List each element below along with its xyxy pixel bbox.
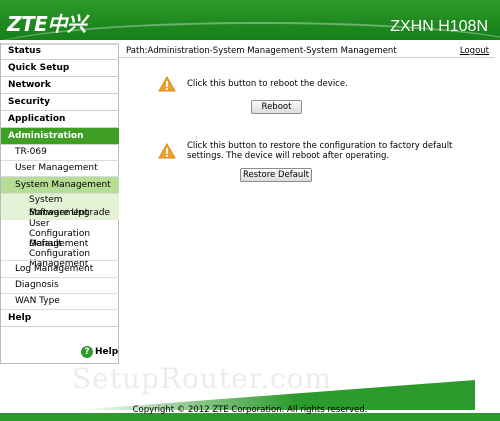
sub-tr069[interactable]: TR-069 <box>1 144 119 161</box>
sidebar: Status Quick Setup Network Security Appl… <box>0 43 120 364</box>
sub-wan-type[interactable]: WAN Type <box>1 293 119 310</box>
zte-logo: ZTE中兴 <box>7 12 87 36</box>
logout-link[interactable]: Logout <box>460 46 489 56</box>
subsub-software-upgrade[interactable]: Software Upgrade <box>1 208 119 218</box>
restore-message-line-1: Click this button to restore the configu… <box>187 141 453 151</box>
product-name: ZXHN H108N <box>390 18 488 35</box>
nav-quick-setup[interactable]: Quick Setup <box>1 60 119 77</box>
breadcrumb-bar: Path:Administration-System Management-Sy… <box>119 43 495 58</box>
help-link[interactable]: ? Help <box>81 346 118 358</box>
header-banner: ZTE中兴 ZXHN H108N <box>0 0 500 40</box>
nav-administration[interactable]: Administration <box>1 128 119 145</box>
nav-application[interactable]: Application <box>1 111 119 128</box>
copyright: Copyright © 2012 ZTE Corporation. All ri… <box>132 405 368 415</box>
nav-status[interactable]: Status <box>1 43 119 60</box>
sub-diagnosis[interactable]: Diagnosis <box>1 277 119 294</box>
reboot-button[interactable]: Reboot <box>251 100 302 114</box>
warning-icon <box>158 143 176 159</box>
nav-network[interactable]: Network <box>1 77 119 94</box>
sub-system-management[interactable]: System Management <box>1 177 119 194</box>
breadcrumb: Path:Administration-System Management-Sy… <box>126 46 397 56</box>
restore-default-button[interactable]: Restore Default <box>240 168 312 182</box>
restore-message-line-2: settings. The device will reboot after o… <box>187 151 390 161</box>
help-label: Help <box>95 347 119 357</box>
reboot-message: Click this button to reboot the device. <box>187 79 348 89</box>
warning-icon <box>158 76 176 92</box>
nav-help[interactable]: Help <box>1 310 119 327</box>
watermark: SetupRouter.com <box>72 362 333 395</box>
nav-security[interactable]: Security <box>1 94 119 111</box>
sub-log-management[interactable]: Log Management <box>1 260 119 278</box>
sub-user-management[interactable]: User Management <box>1 160 119 177</box>
help-icon: ? <box>81 346 93 358</box>
